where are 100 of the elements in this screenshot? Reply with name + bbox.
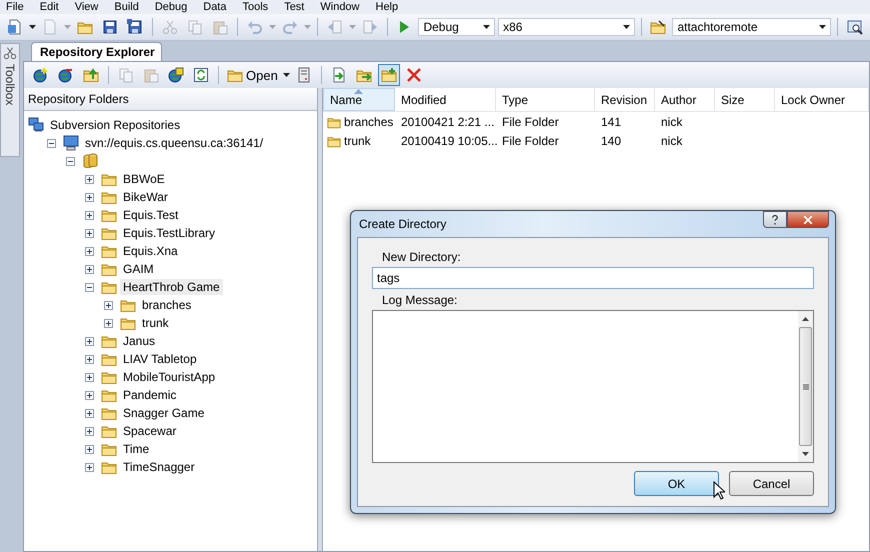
save-all-icon[interactable]	[127, 19, 143, 35]
new-folder-icon[interactable]	[380, 67, 397, 83]
expand-toggle-icon[interactable]	[104, 318, 113, 328]
import-icon[interactable]	[330, 67, 347, 83]
expand-toggle-icon[interactable]	[85, 462, 94, 472]
expand-toggle-icon[interactable]	[104, 300, 113, 310]
expand-toggle-icon[interactable]	[85, 210, 94, 220]
tree-item[interactable]: branches	[139, 297, 194, 313]
dropdown-field[interactable]: attachtoremote	[672, 18, 832, 36]
column-header[interactable]: Lock Owner	[775, 88, 869, 111]
tree-item[interactable]: Equis.Xna	[120, 243, 181, 259]
expand-toggle-icon[interactable]	[85, 192, 94, 202]
cancel-button[interactable]: Cancel	[729, 471, 814, 496]
collapse-toggle-icon[interactable]	[47, 138, 56, 148]
menu-item[interactable]: Window	[320, 1, 360, 13]
folder-up-icon[interactable]	[83, 67, 99, 83]
field-label: Log Message:	[382, 293, 458, 307]
expand-toggle-icon[interactable]	[85, 354, 94, 364]
tree-item[interactable]: Janus	[120, 333, 158, 349]
menu-item[interactable]: Edit	[40, 1, 59, 13]
table-cell-text: File Folder	[501, 114, 560, 128]
column-header[interactable]: Name	[323, 88, 395, 111]
scroll-down-arrow-icon[interactable]	[802, 452, 809, 456]
caret-icon[interactable]	[622, 25, 630, 29]
menu-item[interactable]: Tools	[242, 1, 268, 13]
caret-icon[interactable]	[29, 25, 36, 29]
tree-item[interactable]: svn://equis.cs.queensu.ca:36141/	[82, 135, 266, 151]
column-header[interactable]: Type	[496, 88, 595, 111]
scroll-thumb[interactable]	[799, 327, 812, 446]
column-header[interactable]: Revision	[595, 88, 655, 111]
tree-item[interactable]: LIAV Tabletop	[120, 351, 200, 367]
pane-title: Repository Folders	[24, 88, 317, 111]
ok-button[interactable]: OK	[634, 471, 719, 496]
table-cell-text: 20100419 10:05...	[400, 134, 496, 148]
close-button[interactable]	[787, 211, 829, 228]
menu-item[interactable]: Build	[114, 1, 139, 13]
document-tab[interactable]: Repository Explorer	[31, 42, 162, 61]
table-cell[interactable]: trunk	[344, 134, 371, 148]
tree-item[interactable]: BikeWar	[120, 189, 171, 205]
collapse-toggle-icon[interactable]	[66, 156, 75, 166]
expand-toggle-icon[interactable]	[85, 264, 94, 274]
tree-item[interactable]: Snagger Game	[120, 405, 208, 421]
add-globe-icon[interactable]	[33, 67, 49, 83]
column-header[interactable]: Size	[715, 88, 775, 111]
tree-item[interactable]: BBWoE	[120, 171, 168, 187]
scroll-up-arrow-icon[interactable]	[802, 317, 809, 321]
dropdown-field[interactable]: x86	[498, 18, 635, 36]
open-button[interactable]: Open	[225, 67, 280, 83]
toolbox-tab[interactable]: Toolbox	[0, 43, 20, 157]
expand-toggle-icon[interactable]	[85, 426, 94, 436]
new-project-icon[interactable]	[7, 19, 23, 35]
expand-toggle-icon[interactable]	[85, 372, 94, 382]
tree-item[interactable]: Subversion Repositories	[47, 117, 184, 133]
table-cell[interactable]: branches	[344, 114, 394, 128]
tree-item[interactable]: trunk	[139, 315, 172, 331]
expand-toggle-icon[interactable]	[85, 390, 94, 400]
collapse-toggle-icon[interactable]	[85, 282, 94, 292]
table-cell-text: 20100421 2:21 ...	[400, 114, 496, 128]
expand-toggle-icon[interactable]	[85, 228, 94, 238]
tree-item[interactable]: Equis.Test	[120, 207, 182, 223]
globe-properties-icon[interactable]	[168, 67, 184, 83]
table-cell-text: 140	[600, 134, 622, 148]
grip-icon	[802, 384, 808, 390]
tree-item[interactable]: Time	[120, 441, 152, 457]
column-header[interactable]: Author	[655, 88, 715, 111]
caret-icon[interactable]	[483, 25, 490, 29]
scrollbar[interactable]	[798, 311, 813, 462]
menu-item[interactable]: Debug	[154, 1, 188, 13]
tree-item[interactable]: MobileTouristApp	[120, 369, 218, 385]
table-cell-text: File Folder	[501, 134, 560, 148]
help-button[interactable]	[763, 211, 787, 228]
input-field[interactable]: tags	[372, 267, 814, 289]
menu-item[interactable]: File	[6, 1, 24, 13]
caret-icon[interactable]	[819, 25, 826, 29]
folder-icon[interactable]	[650, 19, 666, 35]
expand-toggle-icon[interactable]	[85, 408, 94, 418]
expand-toggle-icon[interactable]	[85, 336, 94, 346]
refresh-icon[interactable]	[193, 67, 209, 83]
tree-item[interactable]: GAIM	[120, 261, 157, 277]
search-icon[interactable]	[847, 19, 864, 35]
tree-item[interactable]: HeartThrob Game	[120, 279, 223, 295]
menu-item[interactable]: Help	[376, 1, 398, 13]
tree-item[interactable]: TimeSnagger	[120, 459, 198, 475]
menu-item[interactable]: View	[74, 1, 98, 13]
column-header[interactable]: Modified	[395, 88, 496, 111]
save-icon[interactable]	[102, 19, 118, 35]
tree-item[interactable]: Equis.TestLibrary	[120, 225, 218, 241]
dropdown-field[interactable]: Debug	[418, 18, 496, 36]
menu-item[interactable]: Test	[284, 1, 304, 13]
tree-item[interactable]: Spacewar	[120, 423, 180, 439]
expand-toggle-icon[interactable]	[85, 174, 94, 184]
remove-globe-icon[interactable]	[58, 67, 74, 83]
expand-toggle-icon[interactable]	[85, 246, 94, 256]
menu-item[interactable]: Data	[203, 1, 226, 13]
delete-icon[interactable]	[406, 67, 422, 83]
tree-item[interactable]: Pandemic	[120, 387, 180, 403]
expand-toggle-icon[interactable]	[85, 444, 94, 454]
dialog-title: Create Directory	[358, 217, 446, 231]
database-icon	[82, 153, 98, 169]
caret-icon[interactable]	[282, 73, 290, 77]
